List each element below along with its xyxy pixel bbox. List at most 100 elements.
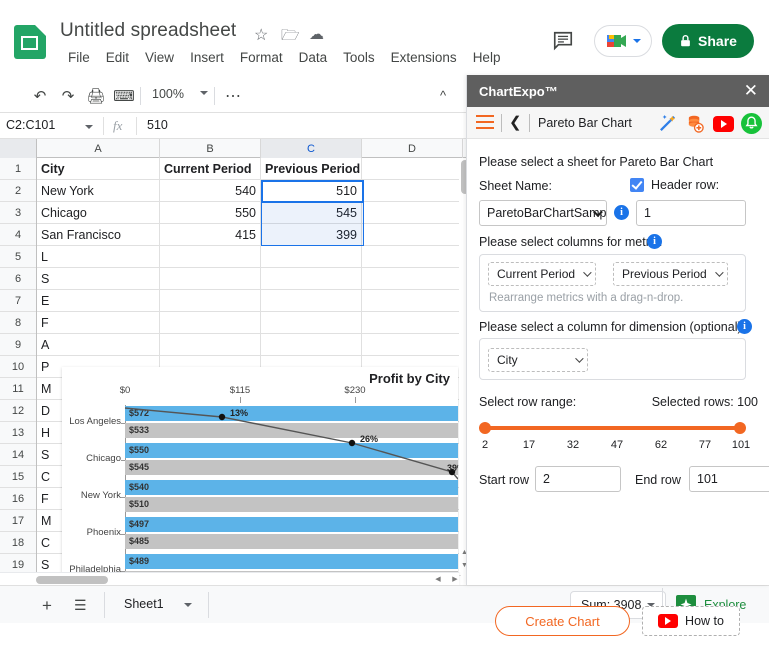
zoom-level[interactable]: 100% — [152, 87, 184, 101]
menu-item-extensions[interactable]: Extensions — [383, 48, 465, 67]
menu-item-file[interactable]: File — [60, 48, 98, 67]
star-icon[interactable]: ☆ — [254, 25, 268, 45]
column-header-b[interactable]: B — [160, 139, 261, 158]
create-chart-button[interactable]: Create Chart — [495, 606, 630, 636]
row-header[interactable]: 2 — [0, 180, 36, 202]
start-row-input[interactable]: 2 — [535, 466, 621, 492]
cell-c1[interactable]: Previous Period — [261, 158, 362, 179]
cell-b7[interactable] — [160, 290, 261, 311]
more-options-icon[interactable]: ⋯ — [225, 86, 241, 106]
cell-a1[interactable]: City — [37, 158, 160, 179]
row-header[interactable]: 1 — [0, 158, 36, 180]
cell-a6[interactable]: S — [37, 268, 160, 289]
metric-chip-previous-period[interactable]: Previous Period — [613, 262, 728, 286]
menu-item-edit[interactable]: Edit — [98, 48, 137, 67]
slider-knob-start[interactable] — [479, 422, 491, 434]
cell-d9[interactable] — [362, 334, 463, 355]
formula-value[interactable]: 510 — [147, 118, 168, 132]
row-header[interactable]: 10 — [0, 356, 36, 378]
cell-c4[interactable]: 399 — [261, 224, 362, 245]
cell-b6[interactable] — [160, 268, 261, 289]
all-sheets-icon[interactable]: ☰ — [74, 597, 87, 614]
name-box-dropdown-icon[interactable] — [85, 125, 93, 129]
dimension-chip-city[interactable]: City — [488, 348, 588, 372]
bell-icon[interactable] — [741, 113, 762, 134]
share-button[interactable]: Share — [662, 24, 754, 58]
dimension-dropzone[interactable]: City — [479, 338, 746, 380]
cell-b2[interactable]: 540 — [160, 180, 261, 201]
undo-icon[interactable]: ↶ — [30, 86, 50, 106]
cell-b9[interactable] — [160, 334, 261, 355]
cell-a9[interactable]: A — [37, 334, 160, 355]
redo-icon[interactable]: ↷ — [58, 86, 78, 106]
cell-d2[interactable] — [362, 180, 463, 201]
cell-d8[interactable] — [362, 312, 463, 333]
row-header[interactable]: 11 — [0, 378, 36, 400]
sheet-name-select[interactable]: ParetoBarChartSample — [479, 200, 607, 226]
youtube-icon[interactable] — [713, 113, 734, 134]
menu-item-help[interactable]: Help — [465, 48, 509, 67]
cell-d6[interactable] — [362, 268, 463, 289]
cell-d5[interactable] — [362, 246, 463, 267]
meet-dropdown-icon[interactable] — [633, 39, 641, 43]
cell-a3[interactable]: Chicago — [37, 202, 160, 223]
zoom-dropdown-icon[interactable] — [200, 91, 208, 95]
add-data-icon[interactable] — [685, 113, 706, 134]
cell-d3[interactable] — [362, 202, 463, 223]
row-header[interactable]: 9 — [0, 334, 36, 356]
cell-b5[interactable] — [160, 246, 261, 267]
cell-b4[interactable]: 415 — [160, 224, 261, 245]
comment-icon[interactable] — [550, 30, 576, 52]
cell-c2[interactable]: 510 — [261, 180, 362, 201]
header-row-input[interactable]: 1 — [636, 200, 746, 226]
collapse-toolbar-icon[interactable]: ^ — [440, 88, 446, 103]
scroll-left-button[interactable]: ◀ — [431, 572, 445, 585]
menu-icon[interactable] — [476, 115, 494, 130]
cell-a5[interactable]: L — [37, 246, 160, 267]
row-header[interactable]: 7 — [0, 290, 36, 312]
move-to-folder-icon[interactable]: 🗁 — [281, 25, 300, 50]
cell-b3[interactable]: 550 — [160, 202, 261, 223]
horizontal-scrollbar-thumb[interactable] — [36, 576, 108, 584]
cell-a8[interactable]: F — [37, 312, 160, 333]
column-header-d[interactable]: D — [362, 139, 463, 158]
row-range-slider[interactable]: 2 17 32 47 62 77 101 — [479, 422, 750, 451]
row-header[interactable]: 14 — [0, 444, 36, 466]
select-all-corner[interactable] — [0, 139, 37, 158]
document-title[interactable]: Untitled spreadsheet — [60, 20, 236, 42]
cell-c5[interactable] — [261, 246, 362, 267]
add-sheet-icon[interactable]: + — [42, 596, 52, 616]
close-icon[interactable]: ✕ — [744, 81, 758, 101]
menu-item-view[interactable]: View — [137, 48, 182, 67]
how-to-button[interactable]: How to — [642, 606, 740, 636]
metric-dropzone[interactable]: Current Period Previous Period Rearrange… — [479, 254, 746, 312]
back-icon[interactable]: ❮ — [509, 114, 522, 132]
cell-c3[interactable]: 545 — [261, 202, 362, 223]
cell-a2[interactable]: New York — [37, 180, 160, 201]
name-box[interactable]: C2:C101 — [6, 118, 55, 132]
end-row-input[interactable]: 101 — [689, 466, 769, 492]
header-row-checkbox[interactable] — [630, 178, 644, 192]
print-icon[interactable]: 🖨 — [86, 86, 106, 106]
cell-d4[interactable] — [362, 224, 463, 245]
cell-c9[interactable] — [261, 334, 362, 355]
cell-b8[interactable] — [160, 312, 261, 333]
paint-format-icon[interactable]: ⌨ — [113, 86, 135, 106]
cell-c8[interactable] — [261, 312, 362, 333]
row-header[interactable]: 17 — [0, 510, 36, 532]
cloud-saved-icon[interactable]: ☁ — [309, 25, 324, 43]
row-header[interactable]: 3 — [0, 202, 36, 224]
row-header[interactable]: 12 — [0, 400, 36, 422]
meet-button[interactable] — [594, 25, 652, 57]
row-header[interactable]: 16 — [0, 488, 36, 510]
row-header[interactable]: 6 — [0, 268, 36, 290]
row-header[interactable]: 4 — [0, 224, 36, 246]
slider-knob-end[interactable] — [734, 422, 746, 434]
horizontal-scrollbar[interactable] — [0, 572, 459, 585]
cell-d1[interactable] — [362, 158, 463, 179]
row-header[interactable]: 13 — [0, 422, 36, 444]
cell-d7[interactable] — [362, 290, 463, 311]
column-header-c[interactable]: C — [261, 139, 362, 158]
cell-b1[interactable]: Current Period — [160, 158, 261, 179]
sheet-info-icon[interactable]: i — [614, 205, 629, 220]
